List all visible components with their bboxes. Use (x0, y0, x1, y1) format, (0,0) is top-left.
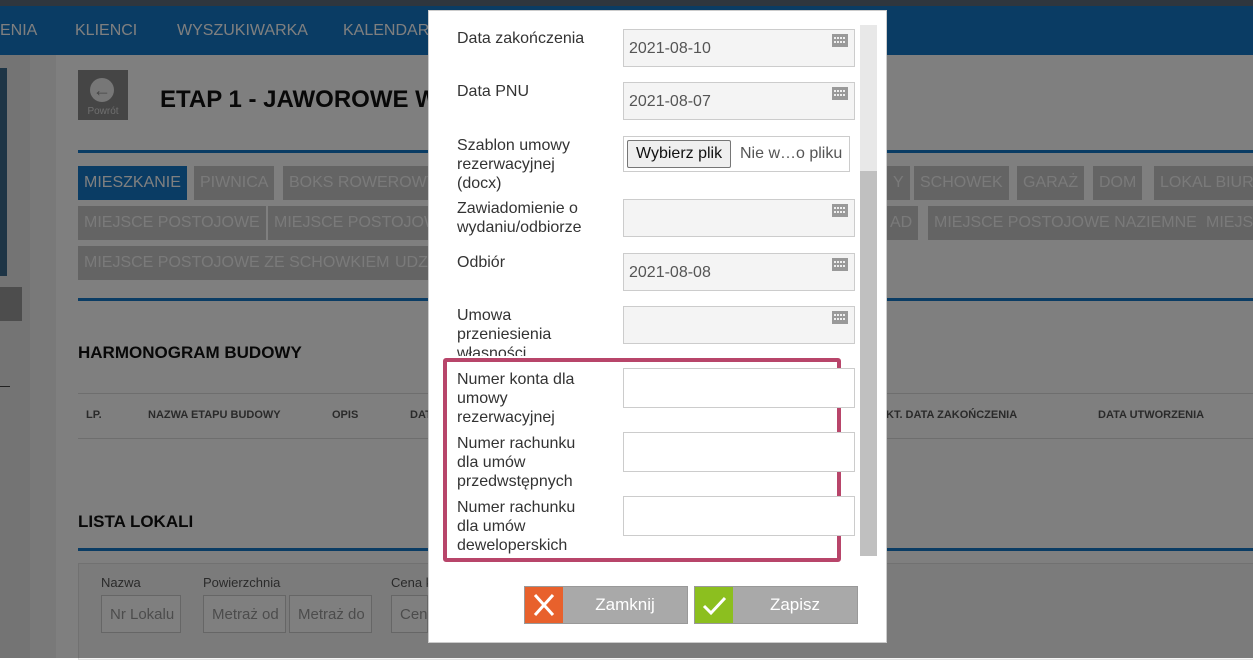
zawiadomienie-label: Zawiadomienie o wydaniu/odbiorze (457, 200, 582, 236)
data-zakonczenia-input[interactable]: 2021-08-10 (623, 29, 855, 67)
data-pnu-label: Data PNU (457, 83, 530, 100)
rachunek-przedwstepnych-input[interactable] (623, 432, 855, 472)
szablon-file-input[interactable]: Wybierz plik Nie w…o pliku (623, 136, 850, 172)
rachunek-deweloperskich-label: Numer rachunku dla umów deweloperskich (457, 499, 576, 554)
odbior-value: 2021-08-08 (629, 264, 711, 281)
rachunek-przedwstepnych-label: Numer rachunku dla umów przedwstępnych (457, 435, 576, 490)
data-zakonczenia-label: Data zakończenia (457, 30, 585, 47)
calendar-icon[interactable] (832, 258, 848, 271)
konto-rezerwacyjnej-input[interactable] (623, 368, 855, 408)
calendar-icon[interactable] (832, 34, 848, 47)
check-icon (695, 587, 733, 623)
data-zakonczenia-value: 2021-08-10 (629, 40, 711, 57)
file-status-text: Nie w…o pliku (740, 145, 843, 162)
edit-stage-modal: Data zakończenia 2021-08-10 Data PNU 202… (428, 10, 887, 643)
calendar-icon[interactable] (832, 204, 848, 217)
field-umowa: Umowa przeniesienia własności (457, 306, 857, 356)
calendar-icon[interactable] (832, 87, 848, 100)
szablon-label: Szablon umowy rezerwacyjnej (docx) (457, 137, 570, 192)
close-button-label: Zamknij (595, 595, 655, 614)
umowa-label: Umowa przeniesienia własności (457, 307, 552, 356)
modal-scrollbar-thumb[interactable] (860, 171, 877, 556)
data-pnu-value: 2021-08-07 (629, 93, 711, 110)
odbior-input[interactable]: 2021-08-08 (623, 253, 855, 291)
save-button-label: Zapisz (769, 595, 821, 614)
umowa-input[interactable] (623, 306, 855, 344)
konto-rezerwacyjnej-label: Numer konta dla umowy rezerwacyjnej (457, 371, 575, 426)
zawiadomienie-input[interactable] (623, 199, 855, 237)
save-button[interactable]: Zapisz (694, 586, 858, 624)
calendar-icon[interactable] (832, 311, 848, 324)
close-button[interactable]: Zamknij (524, 586, 688, 624)
rachunek-deweloperskich-input[interactable] (623, 496, 855, 536)
choose-file-button[interactable]: Wybierz plik (627, 140, 732, 168)
close-icon (525, 587, 563, 623)
data-pnu-input[interactable]: 2021-08-07 (623, 82, 855, 120)
odbior-label: Odbiór (457, 254, 506, 271)
